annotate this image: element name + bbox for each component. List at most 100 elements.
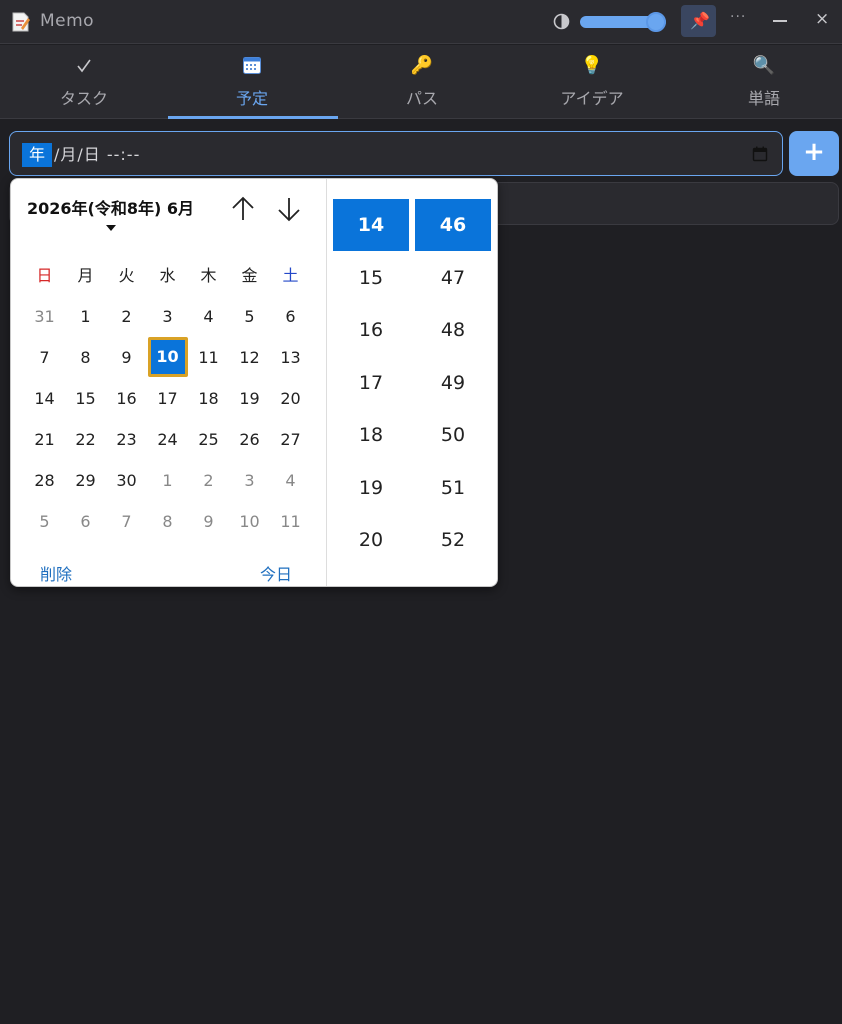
hour-option[interactable]: 15 [333, 252, 409, 305]
day-number: 3 [244, 471, 255, 490]
tab-schedule[interactable]: 予定 [168, 45, 338, 119]
calendar-picker-icon[interactable] [752, 146, 768, 162]
calendar-day[interactable]: 25 [188, 419, 229, 460]
calendar-day[interactable]: 29 [65, 460, 106, 501]
calendar-day[interactable]: 30 [106, 460, 147, 501]
minute-option[interactable]: 49 [415, 357, 491, 410]
tab-tasks[interactable]: タスク [0, 45, 168, 118]
calendar-day[interactable]: 5 [24, 501, 65, 542]
calendar-day[interactable]: 31 [24, 296, 65, 337]
calendar-week-row: 5 6 7 8 9 10 11 [24, 501, 312, 542]
calendar-day[interactable]: 22 [65, 419, 106, 460]
calendar-day[interactable]: 5 [229, 296, 270, 337]
calendar-day[interactable]: 1 [65, 296, 106, 337]
chevron-down-icon[interactable] [106, 225, 116, 231]
opacity-slider-thumb[interactable] [646, 12, 666, 32]
hour-option[interactable]: 14 [333, 199, 409, 251]
calendar-day[interactable]: 17 [147, 378, 188, 419]
calendar-day[interactable]: 24 [147, 419, 188, 460]
hour-option[interactable]: 16 [333, 304, 409, 357]
day-number: 14 [34, 389, 55, 408]
arrow-down-icon[interactable] [275, 195, 303, 223]
calendar-day[interactable]: 19 [229, 378, 270, 419]
minute-option[interactable]: 50 [415, 409, 491, 462]
calendar-day[interactable]: 13 [270, 337, 311, 378]
hour-option[interactable]: 17 [333, 357, 409, 410]
calendar-day[interactable]: 12 [229, 337, 270, 378]
date-time-segments[interactable]: /月/日 --:-- [54, 143, 140, 167]
weekday-label: 金 [241, 266, 258, 285]
lightbulb-icon: 💡 [580, 55, 604, 76]
contrast-icon[interactable] [553, 13, 570, 30]
calendar-day[interactable]: 16 [106, 378, 147, 419]
weekday-header: 日月火水木金土 [24, 255, 312, 296]
calendar-day[interactable]: 26 [229, 419, 270, 460]
calendar-day[interactable]: 18 [188, 378, 229, 419]
calendar-day[interactable]: 21 [24, 419, 65, 460]
calendar-day[interactable]: 7 [24, 337, 65, 378]
clear-button[interactable]: 削除 [40, 561, 72, 585]
minute-option[interactable]: 47 [415, 252, 491, 305]
calendar-day[interactable]: 7 [106, 501, 147, 542]
opacity-slider[interactable] [580, 12, 666, 32]
day-number: 6 [285, 307, 296, 326]
add-button[interactable]: + [789, 131, 839, 176]
day-number: 17 [157, 389, 178, 408]
day-number: 9 [203, 512, 214, 531]
datetime-picker-popup: 2026年(令和8年) 6月 日月火水木金土 31 1 2 3 4 5 6 7 8 9 10 11 12… [10, 178, 498, 587]
tab-ideas[interactable]: 💡 アイデア [508, 45, 676, 118]
datetime-input[interactable]: 年 /月/日 --:-- [9, 131, 783, 176]
active-tab-indicator [168, 116, 338, 119]
calendar-day[interactable]: 11 [270, 501, 311, 542]
calendar-day[interactable]: 8 [65, 337, 106, 378]
calendar-day[interactable]: 3 [229, 460, 270, 501]
calendar-day[interactable]: 9 [188, 501, 229, 542]
calendar-day[interactable]: 11 [188, 337, 229, 378]
calendar-day[interactable]: 6 [65, 501, 106, 542]
minute-option[interactable]: 46 [415, 199, 491, 251]
minute-option[interactable]: 48 [415, 304, 491, 357]
today-button[interactable]: 今日 [260, 561, 292, 585]
calendar-day-selected[interactable]: 10 [147, 337, 188, 378]
calendar-day[interactable]: 1 [147, 460, 188, 501]
month-year-selector[interactable]: 2026年(令和8年) 6月 [27, 195, 194, 219]
hour-list[interactable]: 14 15 16 17 18 19 20 [333, 199, 409, 567]
calendar-day[interactable]: 3 [147, 296, 188, 337]
day-number: 8 [80, 348, 91, 367]
year-segment[interactable]: 年 [22, 143, 52, 167]
calendar-day[interactable]: 27 [270, 419, 311, 460]
calendar-day[interactable]: 28 [24, 460, 65, 501]
minute-option[interactable]: 51 [415, 462, 491, 515]
close-button[interactable]: × [815, 9, 829, 29]
day-number: 31 [34, 307, 55, 326]
arrow-up-icon[interactable] [229, 195, 257, 223]
hour-option[interactable]: 19 [333, 462, 409, 515]
day-number: 23 [116, 430, 137, 449]
pin-button[interactable]: 📌 [681, 5, 716, 37]
day-number: 15 [75, 389, 96, 408]
calendar-day[interactable]: 4 [188, 296, 229, 337]
calendar-day[interactable]: 20 [270, 378, 311, 419]
calendar-day[interactable]: 23 [106, 419, 147, 460]
minute-option[interactable]: 52 [415, 514, 491, 567]
calendar-day[interactable]: 8 [147, 501, 188, 542]
calendar-day[interactable]: 14 [24, 378, 65, 419]
hour-option[interactable]: 18 [333, 409, 409, 462]
calendar-day[interactable]: 2 [188, 460, 229, 501]
day-number: 5 [39, 512, 50, 531]
minute-list[interactable]: 46 47 48 49 50 51 52 [415, 199, 491, 567]
calendar-day[interactable]: 9 [106, 337, 147, 378]
tab-words[interactable]: 🔍 単語 [680, 45, 842, 118]
minimize-button[interactable] [773, 20, 787, 22]
tab-passwords[interactable]: 🔑 パス [338, 45, 506, 118]
hour-option[interactable]: 20 [333, 514, 409, 567]
calendar-day[interactable]: 2 [106, 296, 147, 337]
more-button[interactable]: ··· [730, 9, 746, 25]
calendar-day[interactable]: 6 [270, 296, 311, 337]
weekday-label: 水 [159, 266, 176, 285]
day-number: 20 [280, 389, 301, 408]
calendar-day[interactable]: 10 [229, 501, 270, 542]
calendar-day[interactable]: 4 [270, 460, 311, 501]
calendar-day[interactable]: 15 [65, 378, 106, 419]
day-number: 2 [121, 307, 132, 326]
